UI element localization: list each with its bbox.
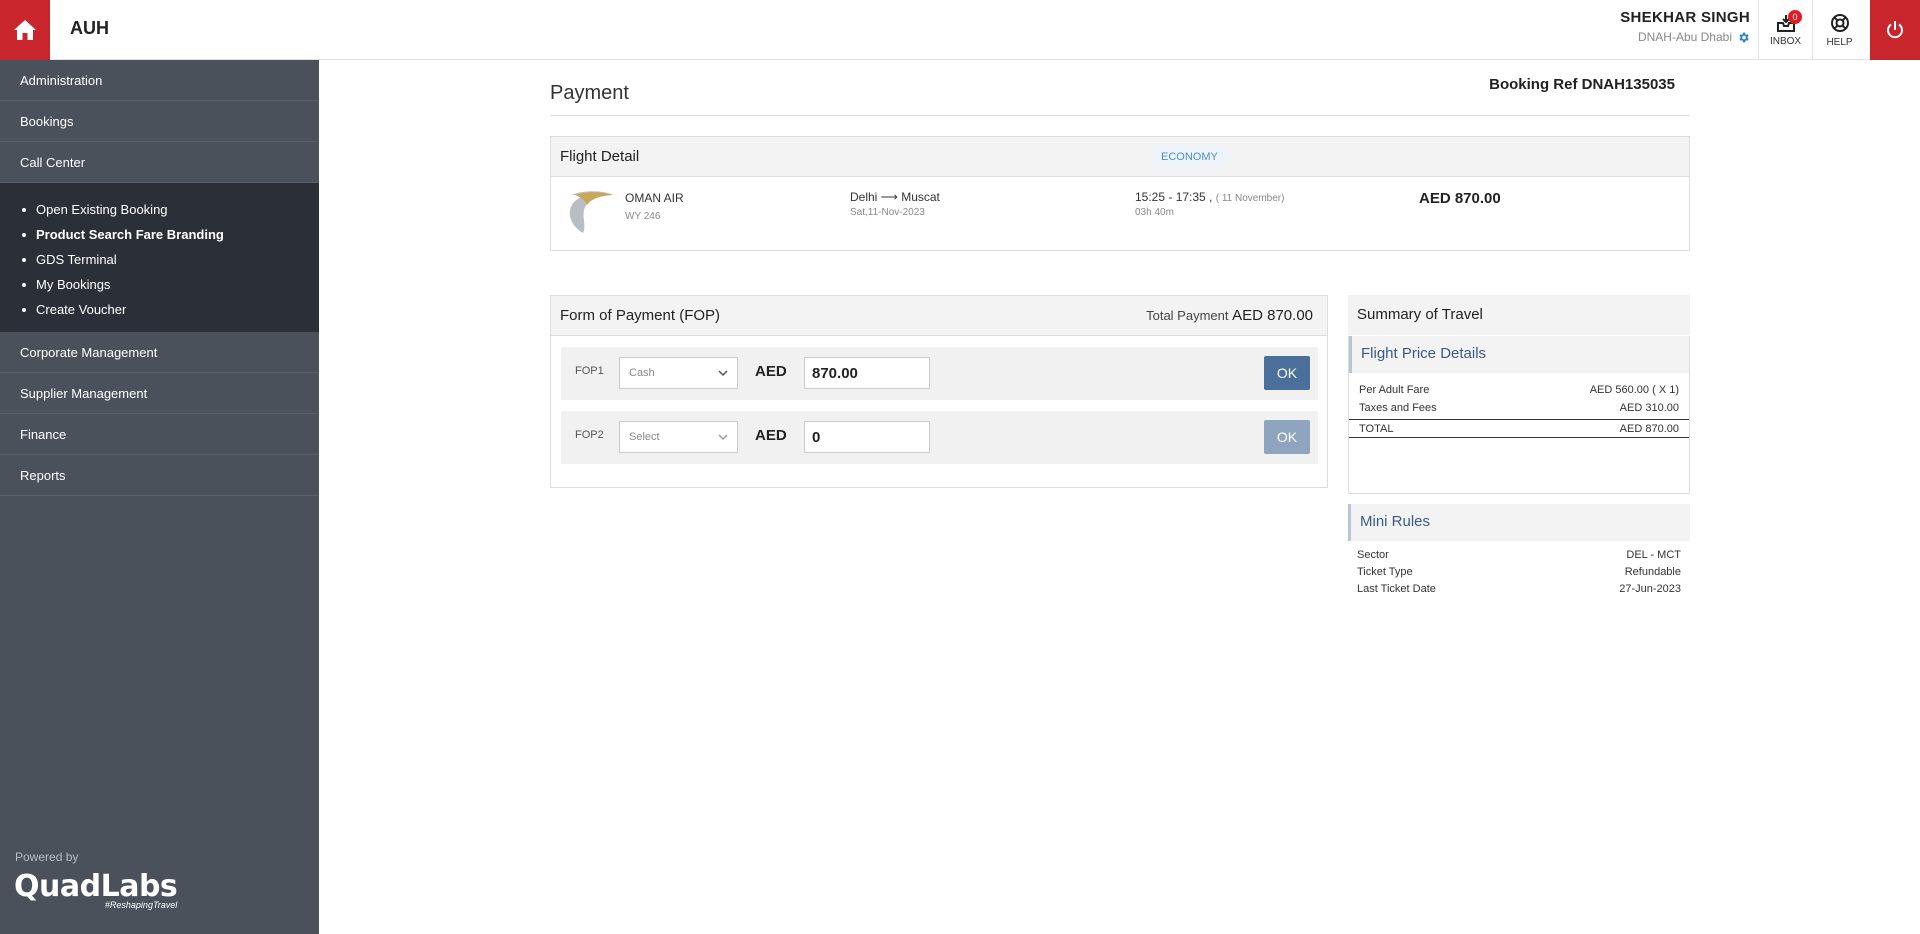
- departure-arrival-time: 15:25 - 17:35 ,: [1135, 190, 1216, 204]
- total-payment-value: AED 870.00: [1232, 307, 1313, 324]
- fop-title: Form of Payment (FOP): [560, 307, 721, 324]
- total-row: TOTAL AED 870.00: [1349, 419, 1689, 438]
- mini-rules: Mini Rules Sector DEL - MCT Ticket Type …: [1348, 504, 1690, 597]
- sidebar-item-administration[interactable]: Administration: [0, 60, 319, 101]
- flight-price-details-box: Flight Price Details Per Adult Fare AED …: [1348, 336, 1690, 494]
- fop2-amount-input[interactable]: 0: [804, 421, 930, 453]
- flight-date: Sat,11-Nov-2023: [850, 207, 925, 218]
- rule-value: 27-Jun-2023: [1619, 582, 1681, 595]
- fop1-currency: AED: [755, 363, 787, 380]
- airline-name: OMAN AIR: [625, 191, 684, 205]
- rule-label: Last Ticket Date: [1357, 582, 1436, 595]
- sidebar-item-finance[interactable]: Finance: [0, 414, 319, 455]
- home-button[interactable]: [0, 0, 50, 60]
- total-label: TOTAL: [1359, 422, 1394, 435]
- user-profile[interactable]: SHEKHAR SINGH DNAH-Abu Dhabi: [1620, 9, 1750, 44]
- flight-detail-card: Flight Detail ECONOMY OMAN AIR WY 246 De…: [550, 136, 1690, 251]
- page-title: Payment: [550, 82, 629, 104]
- user-name: SHEKHAR SINGH: [1620, 9, 1750, 26]
- top-header: AUH SHEKHAR SINGH DNAH-Abu Dhabi 0 INBOX…: [0, 0, 1920, 60]
- submenu-item-my-bookings[interactable]: My Bookings: [0, 272, 319, 297]
- sidebar: Administration Bookings Call Center Open…: [0, 60, 319, 934]
- rule-row-ticket-type: Ticket Type Refundable: [1348, 563, 1690, 580]
- rule-label: Sector: [1357, 548, 1389, 561]
- flight-price: AED 870.00: [1419, 190, 1501, 207]
- power-icon: [1887, 21, 1903, 39]
- flight-date-note: ( 11 November): [1215, 193, 1285, 204]
- inbox-label: INBOX: [1769, 35, 1802, 47]
- rule-value: DEL - MCT: [1626, 548, 1681, 561]
- logo-text: QuadLabs: [14, 869, 178, 904]
- fop2-label: FOP2: [575, 429, 604, 441]
- inbox-count-badge: 0: [1788, 10, 1802, 24]
- flight-number: WY 246: [625, 211, 661, 222]
- per-adult-fare-label: Per Adult Fare: [1359, 384, 1430, 396]
- chevron-down-icon: [718, 434, 728, 441]
- fop1-payment-select[interactable]: Cash: [619, 357, 738, 389]
- flight-row: OMAN AIR WY 246 Delhi ⟶ Muscat Sat,11-No…: [551, 177, 1689, 251]
- taxes-fees-value: AED 310.00: [1619, 402, 1679, 414]
- flight-duration: 03h 40m: [1135, 207, 1174, 218]
- taxes-fees-label: Taxes and Fees: [1359, 402, 1437, 414]
- chevron-down-icon: [718, 370, 728, 377]
- total-payment: Total Payment AED 870.00: [1146, 307, 1313, 324]
- user-branch-label: DNAH-Abu Dhabi: [1637, 30, 1732, 44]
- help-button[interactable]: HELP: [1812, 0, 1866, 60]
- home-icon: [14, 20, 36, 40]
- user-branch: DNAH-Abu Dhabi: [1620, 30, 1750, 44]
- fop1-selected-value: Cash: [629, 367, 655, 379]
- flight-detail-title: Flight Detail: [560, 148, 640, 165]
- title-divider: [550, 115, 1690, 116]
- summary-of-travel: Summary of Travel Flight Price Details P…: [1348, 295, 1690, 597]
- submenu-item-create-voucher[interactable]: Create Voucher: [0, 297, 319, 322]
- fop2-payment-select[interactable]: Select: [619, 421, 738, 453]
- call-center-submenu: Open Existing Booking Product Search Far…: [0, 183, 319, 332]
- sidebar-item-supplier-management[interactable]: Supplier Management: [0, 373, 319, 414]
- sidebar-item-corporate-management[interactable]: Corporate Management: [0, 332, 319, 373]
- fop-row-2: FOP2 Select AED 0 OK: [561, 411, 1318, 464]
- rule-row-last-ticket-date: Last Ticket Date 27-Jun-2023: [1348, 580, 1690, 597]
- cabin-class-badge: ECONOMY: [1151, 146, 1228, 168]
- rule-label: Ticket Type: [1357, 565, 1413, 578]
- total-payment-label: Total Payment: [1146, 308, 1229, 323]
- mini-rules-title: Mini Rules: [1348, 504, 1690, 541]
- logout-button[interactable]: [1870, 0, 1920, 60]
- powered-by-label: Powered by: [15, 850, 79, 864]
- quadlabs-logo: QuadLabs #ReshapingTravel: [14, 869, 178, 910]
- brand-code: AUH: [70, 18, 109, 38]
- summary-title: Summary of Travel: [1348, 295, 1690, 335]
- submenu-item-gds-terminal[interactable]: GDS Terminal: [0, 247, 319, 272]
- per-adult-fare-value: AED 560.00 ( X 1): [1589, 384, 1679, 396]
- sidebar-item-reports[interactable]: Reports: [0, 455, 319, 496]
- flight-route: Delhi ⟶ Muscat: [850, 190, 940, 204]
- submenu-item-open-existing-booking[interactable]: Open Existing Booking: [0, 197, 319, 222]
- fop2-ok-button[interactable]: OK: [1264, 420, 1310, 454]
- sidebar-item-bookings[interactable]: Bookings: [0, 101, 319, 142]
- lifebuoy-icon: [1830, 13, 1849, 32]
- help-label: HELP: [1826, 36, 1853, 48]
- fop2-selected-value: Select: [629, 431, 660, 443]
- flight-price-details-title: Flight Price Details: [1349, 336, 1689, 373]
- gear-icon[interactable]: [1737, 31, 1750, 44]
- taxes-fees-row: Taxes and Fees AED 310.00: [1349, 399, 1689, 417]
- submenu-item-product-search[interactable]: Product Search Fare Branding: [0, 222, 319, 247]
- airline-logo-icon: [563, 187, 615, 240]
- rule-row-sector: Sector DEL - MCT: [1348, 546, 1690, 563]
- booking-reference: Booking Ref DNAH135035: [1489, 76, 1675, 93]
- fop-header: Form of Payment (FOP) Total Payment AED …: [551, 296, 1327, 336]
- fop1-amount-input[interactable]: 870.00: [804, 357, 930, 389]
- fop2-currency: AED: [755, 427, 787, 444]
- per-adult-fare-row: Per Adult Fare AED 560.00 ( X 1): [1349, 381, 1689, 399]
- fop1-label: FOP1: [575, 365, 604, 377]
- rule-value: Refundable: [1624, 565, 1681, 578]
- sidebar-item-call-center[interactable]: Call Center: [0, 142, 319, 183]
- fop1-ok-button[interactable]: OK: [1264, 356, 1310, 390]
- fop-row-1: FOP1 Cash AED 870.00 OK: [561, 347, 1318, 400]
- total-value: AED 870.00: [1619, 422, 1679, 435]
- form-of-payment-card: Form of Payment (FOP) Total Payment AED …: [550, 295, 1328, 488]
- flight-times: 15:25 - 17:35 , ( 11 November): [1135, 190, 1284, 204]
- flight-detail-header: Flight Detail ECONOMY: [551, 137, 1689, 177]
- inbox-button[interactable]: 0 INBOX: [1758, 0, 1812, 60]
